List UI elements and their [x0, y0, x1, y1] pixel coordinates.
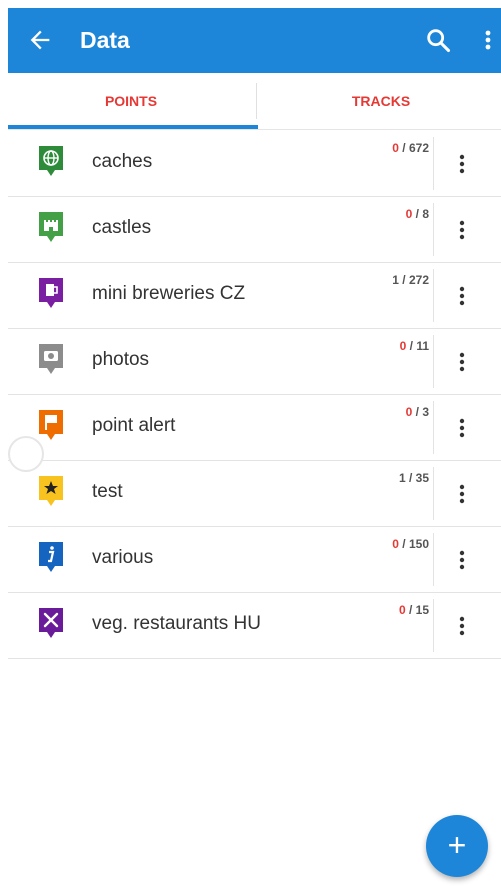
tab-bar: POINTS TRACKS [8, 73, 501, 130]
folder-name: point alert [92, 415, 176, 436]
point-count: 1 / 35 [398, 471, 429, 485]
divider [433, 137, 434, 190]
point-count: 0 / 3 [405, 405, 429, 419]
divider [433, 467, 434, 520]
point-count: 0 / 11 [399, 339, 429, 353]
divider [433, 203, 434, 256]
list-item[interactable]: caches 0 / 672 [8, 131, 501, 197]
point-count: 1 / 272 [392, 273, 429, 287]
tab-tracks[interactable]: TRACKS [258, 73, 501, 129]
active-tab-indicator [8, 125, 258, 129]
castle-icon [39, 212, 63, 242]
list-item[interactable]: photos 0 / 11 [8, 329, 501, 395]
folder-name: various [92, 547, 154, 568]
list-item[interactable]: test 1 / 35 [8, 461, 501, 527]
list-item[interactable]: veg. restaurants HU 0 / 15 [8, 593, 501, 659]
tab-divider [256, 83, 257, 119]
beer-icon [39, 278, 63, 308]
more-vert-icon[interactable] [452, 215, 472, 245]
folder-name: castles [92, 217, 152, 238]
folder-name: caches [92, 151, 153, 172]
flag-icon [39, 410, 63, 440]
star-icon [39, 476, 63, 506]
add-folder-button[interactable]: + [426, 815, 488, 877]
info-icon [39, 542, 63, 572]
more-vert-icon[interactable] [452, 281, 472, 311]
more-vert-icon[interactable] [478, 26, 498, 54]
list-item[interactable]: point alert 0 / 3 [8, 395, 501, 461]
page-title: Data [80, 27, 130, 53]
more-vert-icon[interactable] [452, 149, 472, 179]
divider [433, 401, 434, 454]
point-count: 0 / 150 [392, 537, 429, 551]
folder-name: test [92, 481, 123, 502]
point-count: 0 / 8 [405, 207, 429, 221]
more-vert-icon[interactable] [452, 611, 472, 641]
more-vert-icon[interactable] [452, 479, 472, 509]
divider [433, 269, 434, 322]
arrow-left-icon[interactable] [26, 26, 54, 54]
points-folder-list: caches 0 / 672 castles 0 / 8 mini brewer… [8, 131, 501, 659]
divider [433, 599, 434, 652]
camera-icon [39, 344, 63, 374]
more-vert-icon[interactable] [452, 413, 472, 443]
globe-icon [39, 146, 63, 176]
more-vert-icon[interactable] [452, 347, 472, 377]
restaurant-icon [39, 608, 63, 638]
list-item[interactable]: castles 0 / 8 [8, 197, 501, 263]
folder-name: photos [92, 349, 150, 370]
folder-name: mini breweries CZ [92, 283, 246, 304]
search-icon[interactable] [424, 26, 452, 54]
more-vert-icon[interactable] [452, 545, 472, 575]
add-icon: + [447, 827, 467, 863]
divider [433, 335, 434, 388]
folder-name: veg. restaurants HU [92, 613, 261, 634]
list-item[interactable]: various 0 / 150 [8, 527, 501, 593]
point-count: 0 / 15 [398, 603, 429, 617]
list-item[interactable]: mini breweries CZ 1 / 272 [8, 263, 501, 329]
tab-points[interactable]: POINTS [8, 73, 254, 129]
divider [433, 533, 434, 586]
app-bar: Data [8, 8, 501, 73]
point-count: 0 / 672 [392, 141, 429, 155]
touch-indicator [8, 436, 44, 472]
